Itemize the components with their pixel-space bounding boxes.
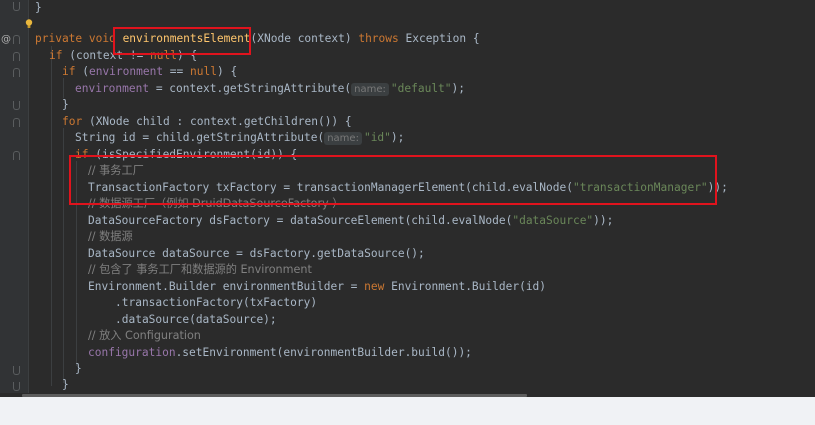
fold-start-icon[interactable] — [13, 35, 20, 44]
indent-guide — [51, 46, 52, 386]
code-comment: // 放入 Configuration — [88, 329, 201, 342]
code-line: DataSource dataSource = dsFactory.getDat… — [88, 247, 425, 260]
code-line: } — [62, 98, 69, 111]
code-line: if (environment == null) { — [62, 65, 238, 78]
code-editor[interactable]: @ } private void environmentsElement(XNo… — [0, 0, 815, 397]
fold-start-icon[interactable] — [13, 118, 20, 127]
code-line: .dataSource(dataSource); — [115, 313, 277, 326]
override-method-icon[interactable]: @ — [1, 34, 11, 45]
fold-end-icon[interactable] — [13, 382, 20, 391]
parameter-hint: name: — [351, 83, 389, 96]
code-line: } — [62, 378, 69, 391]
code-line: for (XNode child : context.getChildren()… — [62, 115, 352, 128]
code-line: String id = child.getStringAttribute(nam… — [75, 131, 405, 145]
fold-start-icon[interactable] — [13, 52, 20, 61]
page-footer-area — [0, 397, 815, 425]
fold-start-icon[interactable] — [13, 151, 20, 160]
code-line: environment = context.getStringAttribute… — [75, 82, 466, 96]
code-line: private void environmentsElement(XNode c… — [35, 32, 480, 45]
code-line: configuration.setEnvironment(environment… — [88, 346, 472, 359]
highlight-box-method-name — [113, 27, 251, 55]
code-line: } — [35, 1, 42, 14]
fold-start-icon[interactable] — [13, 68, 20, 77]
code-comment: // 数据源 — [88, 230, 133, 243]
code-comment: // 包含了 事务工厂和数据源的 Environment — [88, 263, 312, 276]
lightbulb-icon[interactable] — [25, 19, 33, 29]
gutter-separator — [28, 0, 29, 397]
code-line: .transactionFactory(txFactory) — [115, 296, 318, 309]
indent-guide — [63, 128, 64, 383]
code-line: DataSourceFactory dsFactory = dataSource… — [88, 214, 614, 227]
fold-end-icon[interactable] — [13, 2, 20, 11]
fold-end-icon[interactable] — [13, 101, 20, 110]
parameter-hint: name: — [324, 132, 362, 145]
code-line: } — [75, 362, 82, 375]
indent-guide — [63, 78, 64, 98]
fold-end-icon[interactable] — [13, 366, 20, 375]
code-line: Environment.Builder environmentBuilder =… — [88, 280, 547, 293]
highlight-box-transaction-factory — [69, 155, 717, 205]
